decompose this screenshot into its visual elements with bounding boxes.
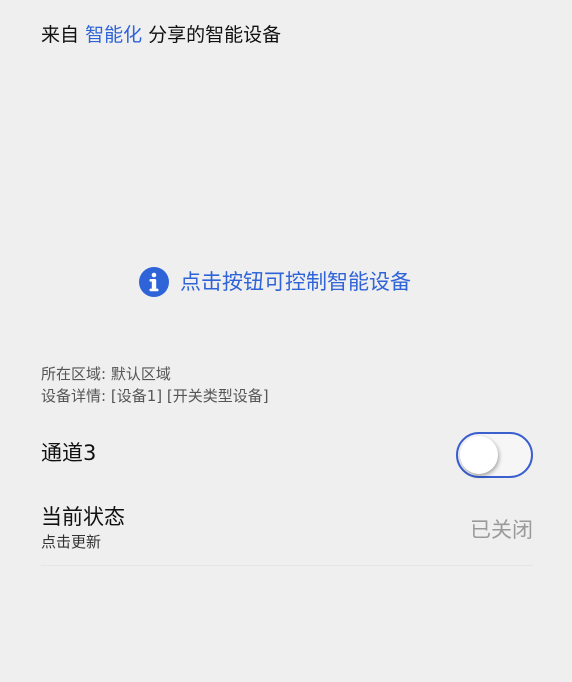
channel-label: 通道3 [41, 441, 97, 465]
header-prefix: 来自 [41, 24, 80, 46]
source-name-link[interactable]: 智能化 [85, 24, 142, 46]
area-label: 所在区域: [41, 365, 107, 383]
hint-text: 点击按钮可控制智能设备 [180, 270, 411, 294]
status-value: 已关闭 [470, 518, 533, 542]
toggle-knob [460, 436, 498, 474]
shared-device-header: 来自 智能化 分享的智能设备 [41, 22, 281, 48]
header-suffix: 分享的智能设备 [148, 24, 282, 46]
detail-label: 设备详情: [41, 387, 107, 405]
status-refresh-hint: 点击更新 [41, 533, 102, 551]
detail-value: [设备1] [开关类型设备] [110, 387, 269, 405]
device-meta: 所在区域: 默认区域 设备详情: [设备1] [开关类型设备] [41, 363, 269, 407]
channel-toggle[interactable] [456, 432, 533, 478]
detail-row: 设备详情: [设备1] [开关类型设备] [41, 385, 269, 407]
status-title: 当前状态 [41, 505, 125, 529]
status-row[interactable]: 当前状态 点击更新 已关闭 [41, 503, 533, 566]
area-value: 默认区域 [110, 365, 171, 383]
control-hint[interactable]: 点击按钮可控制智能设备 [138, 266, 411, 298]
info-icon [139, 267, 169, 297]
area-row: 所在区域: 默认区域 [41, 363, 269, 385]
